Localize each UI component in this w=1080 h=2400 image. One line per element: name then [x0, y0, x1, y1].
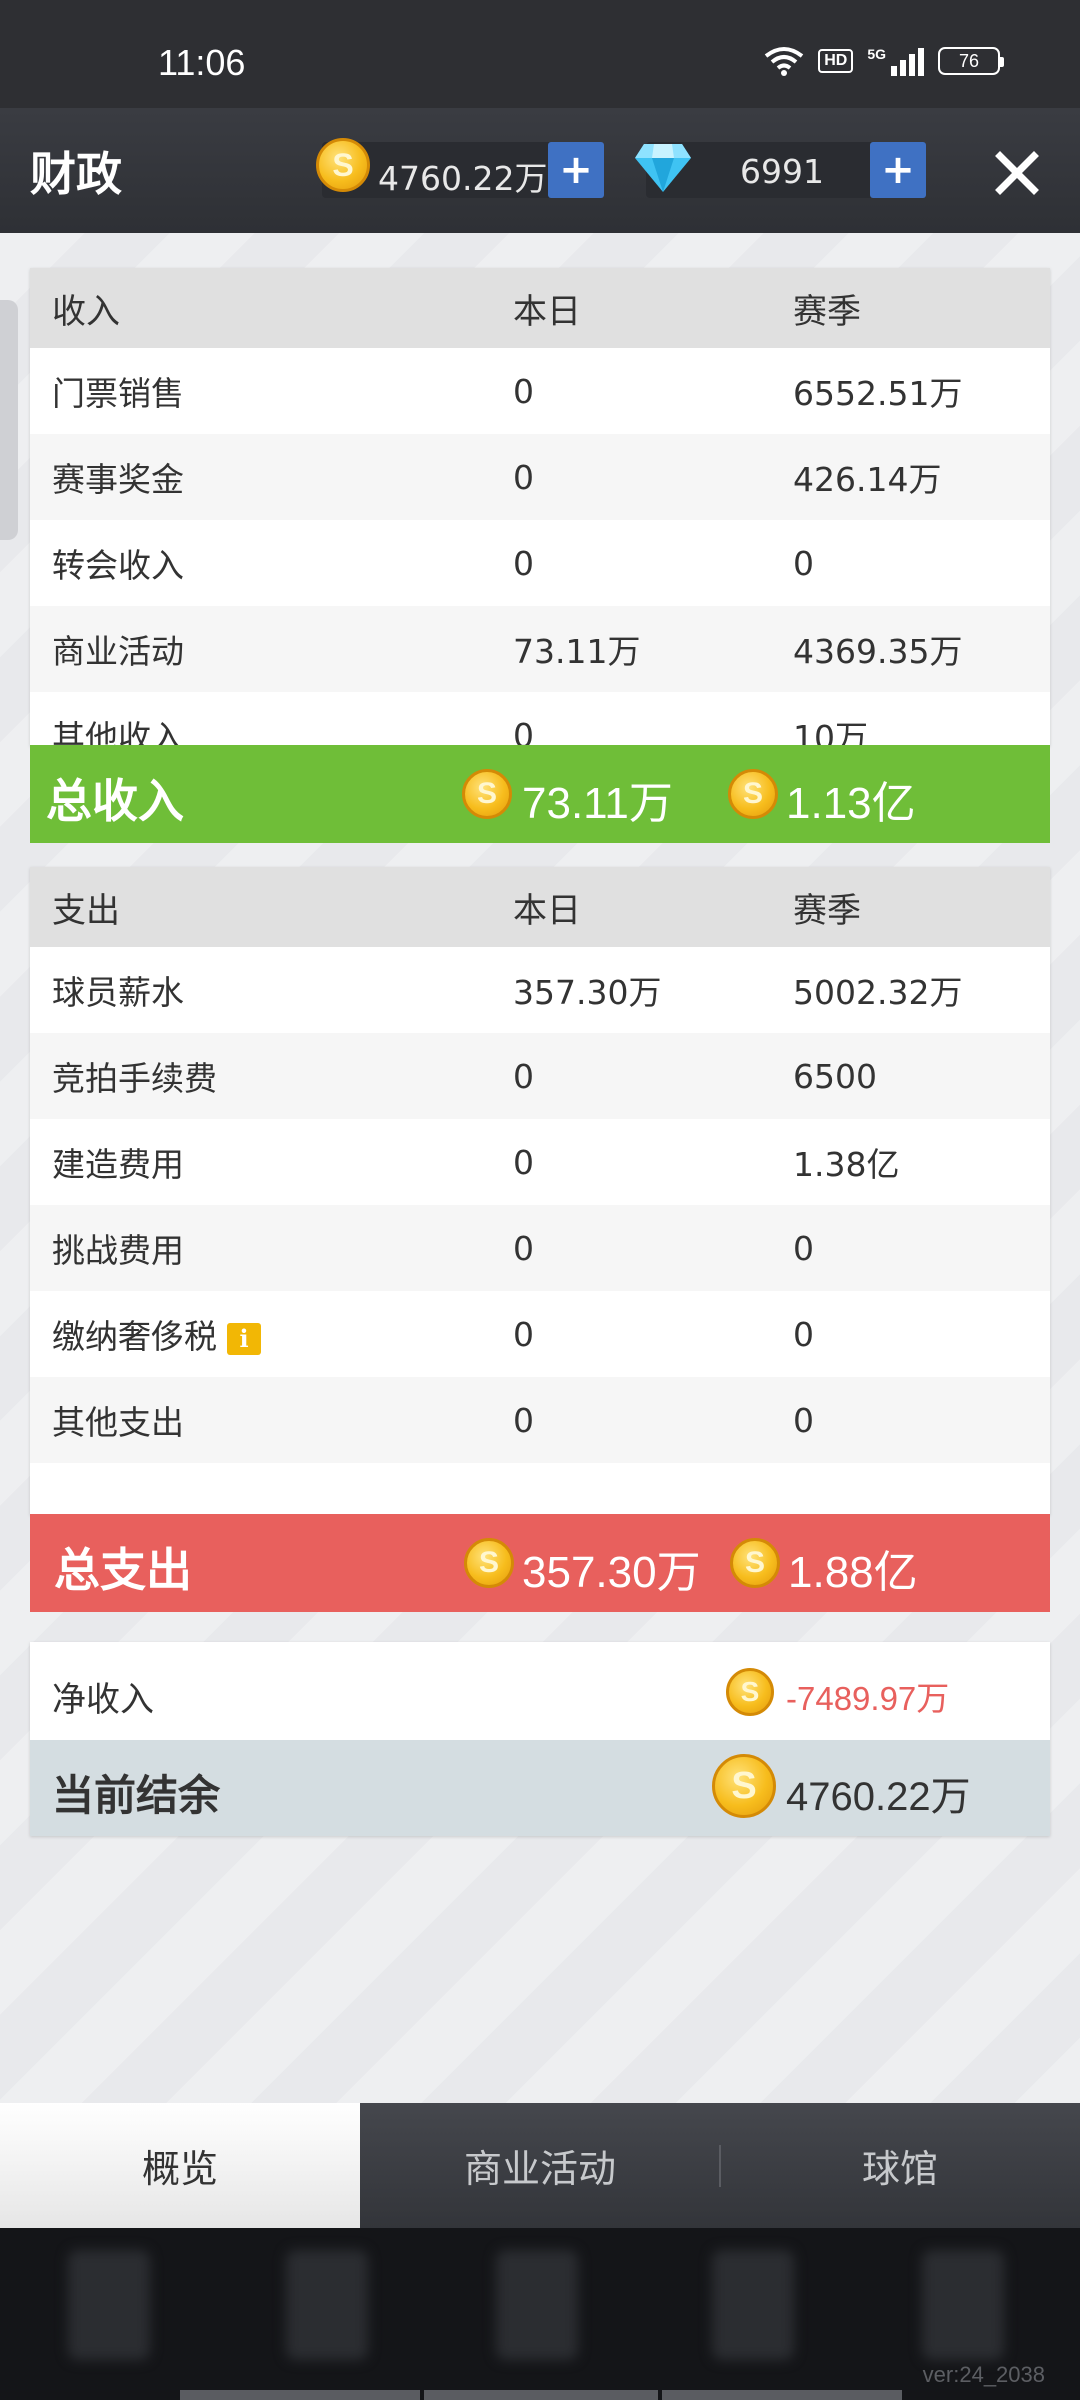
wifi-icon: [764, 47, 804, 76]
home-indicator: [180, 2390, 420, 2400]
total-expense-label: 总支出: [54, 1543, 192, 1597]
coin-icon: S: [464, 1538, 514, 1588]
table-row: 其他收入 0 10万: [52, 715, 868, 747]
coin-icon: S: [462, 769, 512, 819]
coin-icon: S: [728, 769, 778, 819]
table-row: 商业活动 73.11万 4369.35万: [30, 606, 1050, 692]
finance-header: 财政 4760.22万 + S 6991 +: [0, 108, 1080, 233]
tab-arena[interactable]: 球馆: [720, 2103, 1080, 2228]
current-balance-value: 4760.22万: [786, 1775, 971, 1819]
table-row: 挑战费用 0 0: [30, 1205, 1050, 1291]
nav-item: [922, 2250, 1004, 2360]
total-expense-season: 1.88亿: [788, 1548, 918, 1597]
income-table-header: 收入 本日 赛季: [30, 268, 1050, 348]
coin-icon: S: [730, 1538, 780, 1588]
total-income-label: 总收入: [46, 774, 184, 828]
net-income-value: -7489.97万: [786, 1680, 950, 1717]
page-title: 财政: [30, 147, 122, 201]
table-row: 转会收入 0 0: [52, 543, 814, 586]
total-income-season: 1.13亿: [786, 779, 916, 828]
hd-icon: HD: [818, 49, 854, 73]
status-bar: 11:06 HD 5G 76: [0, 0, 1080, 108]
table-row: 其他支出 0 0: [30, 1377, 1050, 1463]
total-expense-today: 357.30万: [522, 1548, 701, 1597]
info-icon[interactable]: i: [227, 1322, 261, 1355]
current-balance-row: 当前结余 S 4760.22万: [30, 1740, 1050, 1836]
luxury-tax-label: 缴纳奢侈税: [52, 1317, 217, 1356]
income-rows: 门票销售 0 6552.51万 赛事奖金 0 426.14万 转会收入 0 0 …: [30, 348, 1050, 746]
total-income-bar: 总收入 S 73.11万 S 1.13亿: [30, 745, 1050, 843]
nav-item: [68, 2250, 150, 2360]
total-income-today: 73.11万: [522, 779, 673, 828]
table-row: 门票销售 0 6552.51万: [52, 371, 963, 414]
add-gems-button[interactable]: +: [870, 142, 926, 198]
coin-icon: S: [726, 1668, 774, 1716]
expense-table: 支出 本日 赛季 球员薪水 357.30万 5002.32万 竞拍手续费 0 6…: [30, 867, 1050, 1515]
summary-panel: 净收入 S -7489.97万 当前结余 S 4760.22万: [30, 1642, 1050, 1836]
expense-rows: 球员薪水 357.30万 5002.32万 竞拍手续费 0 6500 建造费用 …: [30, 947, 1050, 1463]
current-balance-label: 当前结余: [52, 1771, 221, 1820]
battery-icon: 76: [938, 47, 1004, 75]
table-row: 缴纳奢侈税 i 0 0: [52, 1314, 814, 1357]
status-time: 11:06: [158, 42, 246, 83]
side-drawer-handle[interactable]: [0, 300, 18, 540]
table-row: 赛事奖金 0 426.14万: [30, 434, 1050, 520]
nav-item: [286, 2250, 368, 2360]
tab-overview[interactable]: 概览: [0, 2103, 360, 2228]
gem-balance: 6991: [740, 152, 824, 191]
home-indicator: [662, 2390, 902, 2400]
version-label: ver:24_2038: [922, 2362, 1045, 2387]
table-row: 建造费用 0 1.38亿: [52, 1142, 900, 1185]
status-icons: HD 5G 76: [764, 46, 1004, 76]
income-table: 收入 本日 赛季 门票销售 0 6552.51万 赛事奖金 0 426.14万 …: [30, 268, 1050, 746]
blurred-nav-bar: [0, 2228, 1080, 2400]
nav-item: [712, 2250, 794, 2360]
net-income-label: 净收入: [52, 1680, 154, 1720]
table-row: 球员薪水 357.30万 5002.32万: [52, 973, 963, 1012]
net-income-row: 净收入 S -7489.97万: [30, 1642, 1050, 1740]
coin-icon: S: [712, 1754, 776, 1818]
bottom-tab-bar: 概览 商业活动 球馆: [0, 2103, 1080, 2228]
add-coins-button[interactable]: +: [548, 142, 604, 198]
coin-balance: 4760.22万: [378, 159, 548, 198]
expense-table-header: 支出 本日 赛季: [30, 867, 1050, 947]
home-indicator: [424, 2390, 658, 2400]
nav-item: [496, 2250, 578, 2360]
table-row: 竞拍手续费 0 6500: [30, 1033, 1050, 1119]
tab-commercial-activity[interactable]: 商业活动: [360, 2103, 720, 2228]
coin-icon: S: [316, 138, 370, 192]
total-expense-bar: 总支出 S 357.30万 S 1.88亿: [30, 1514, 1050, 1612]
signal-icon: 5G: [867, 46, 924, 76]
diamond-icon: [635, 144, 691, 192]
close-icon[interactable]: [990, 146, 1044, 200]
